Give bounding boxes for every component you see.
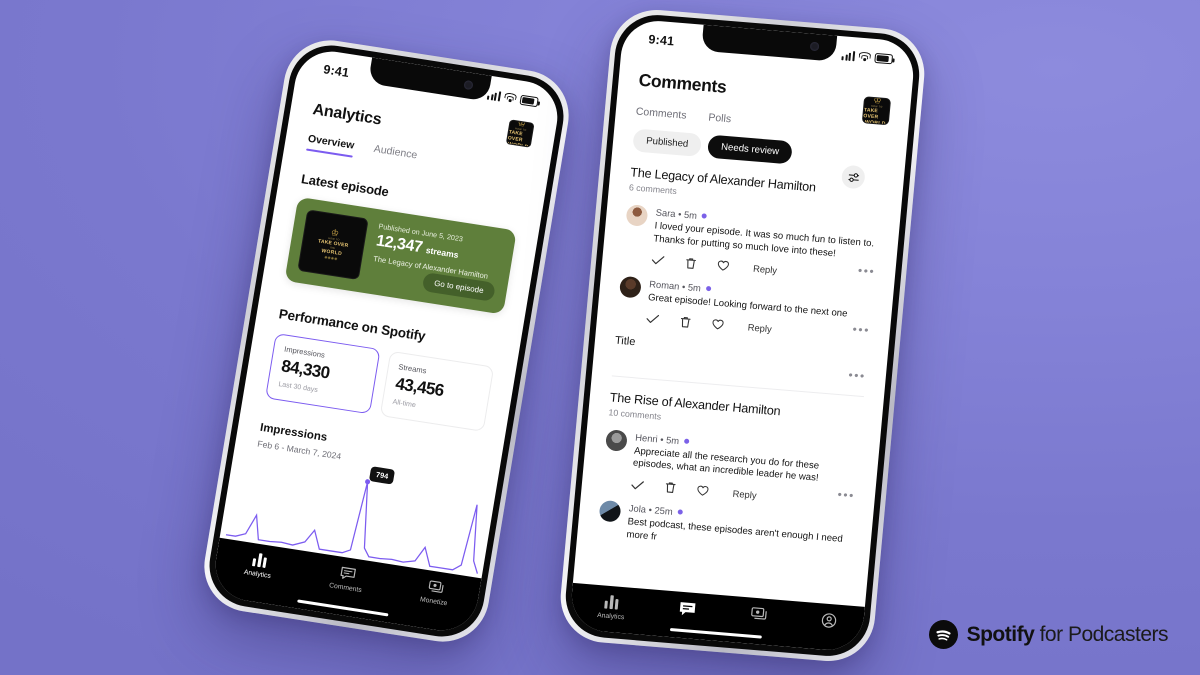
delete-trash-icon[interactable] [664, 481, 676, 494]
chip-needs-review[interactable]: Needs review [707, 134, 794, 165]
comments-app: Comments ♔ HOW TO TAKE OVER WORLD Commen… [568, 18, 917, 653]
analytics-app: Analytics ♔ HOW TO TAKE OVER WORLD Overv… [210, 46, 563, 636]
like-heart-icon[interactable] [717, 260, 730, 272]
spotify-waves-icon [936, 630, 951, 641]
comment-author: Roman • 5m [648, 277, 702, 294]
status-icons [841, 50, 894, 65]
phone-bezel: 9:41 Analytics ♔ HOW TO TAKE OVER WORLD [203, 39, 570, 643]
comment-item: Roman • 5m Great episode! Looking forwar… [617, 275, 873, 343]
nav-item-profile[interactable] [820, 612, 837, 632]
episode-streams-label: streams [425, 245, 460, 260]
unread-dot-icon [677, 509, 683, 515]
reply-button[interactable]: Reply [753, 263, 778, 276]
unread-dot-icon [705, 285, 712, 291]
chip-published[interactable]: Published [632, 128, 703, 157]
home-indicator [296, 598, 389, 617]
like-heart-icon[interactable] [696, 485, 709, 497]
comment-overflow-button[interactable]: ••• [852, 322, 871, 337]
comment-item: Henri • 5m Appreciate all the research y… [602, 428, 860, 509]
brand-lockup: Spotify for Podcasters [928, 620, 1169, 649]
nav-label: Analytics [243, 568, 272, 580]
tab-polls[interactable]: Polls [708, 112, 732, 126]
comment-overflow-button[interactable]: ••• [857, 263, 876, 278]
episode-cover-art: ♔ HOW TO TAKE OVER THE WORLD ✺✺✺✺ [297, 209, 369, 281]
bottom-nav: Analytics [568, 582, 865, 653]
brand-name-rest: for Podcasters [1034, 622, 1169, 646]
avatar [605, 428, 628, 452]
approve-check-icon[interactable] [651, 254, 665, 266]
status-icons [486, 90, 539, 108]
stat-card-impressions[interactable]: Impressions 84,330 Last 30 days [265, 332, 381, 415]
wreath-icon: ✺✺✺✺ [323, 254, 338, 262]
money-icon [428, 580, 444, 593]
sliders-icon [848, 172, 859, 182]
comment-overflow-button[interactable]: ••• [837, 488, 856, 503]
nav-item-monetize[interactable]: Monetize [419, 578, 450, 607]
delete-trash-icon[interactable] [679, 315, 691, 328]
title-divider-label: Title [614, 334, 636, 348]
avatar [598, 500, 622, 523]
wifi-icon [858, 51, 872, 63]
battery-icon [874, 53, 894, 65]
avatar [625, 204, 649, 227]
comments-screen: 9:41 Comments ♔ HOW TO TAKE OVER WORLD C… [568, 18, 917, 653]
nav-item-analytics[interactable]: Analytics [597, 594, 626, 621]
page-title: Comments [637, 69, 728, 97]
title-overflow-button[interactable]: ••• [848, 367, 867, 382]
reply-button[interactable]: Reply [747, 321, 772, 334]
delete-trash-icon[interactable] [685, 257, 697, 270]
status-time: 9:41 [647, 32, 675, 49]
podcast-logo-thumb[interactable]: ♔ HOW TO TAKE OVER WORLD [505, 119, 535, 148]
nav-item-monetize[interactable] [750, 607, 769, 626]
phone-analytics: 9:41 Analytics ♔ HOW TO TAKE OVER WORLD [197, 33, 576, 649]
unread-dot-icon [683, 438, 690, 444]
comment-author: Henri • 5m [634, 431, 680, 446]
nav-item-comments[interactable] [678, 601, 697, 622]
comment-author: Jola • 25m [628, 502, 674, 518]
avatar [619, 275, 642, 299]
reply-button[interactable]: Reply [732, 487, 757, 500]
brand-name-bold: Spotify [966, 622, 1035, 646]
episode-group: The Rise of Alexander Hamilton 10 commen… [597, 390, 863, 560]
camera-icon [463, 79, 475, 91]
nav-label: Monetize [419, 596, 448, 608]
spotify-logo-icon [928, 620, 958, 649]
unread-dot-icon [701, 213, 708, 219]
brand-name: Spotify for Podcasters [966, 622, 1169, 647]
comment-item: Sara • 5m I loved your episode. It was s… [622, 204, 880, 284]
phone-bezel: 9:41 Comments ♔ HOW TO TAKE OVER WORLD C… [562, 11, 923, 660]
tab-overview[interactable]: Overview [306, 133, 355, 158]
approve-check-icon[interactable] [631, 479, 645, 491]
nav-item-comments[interactable]: Comments [329, 564, 366, 594]
tab-comments[interactable]: Comments [635, 106, 687, 122]
episode-group: The Legacy of Alexander Hamilton 6 comme… [613, 165, 883, 382]
money-icon [750, 607, 767, 620]
comment-icon [680, 602, 696, 616]
profile-icon [821, 613, 837, 628]
podcast-logo-thumb[interactable]: ♔ HOW TO TAKE OVER WORLD [861, 96, 892, 126]
signal-icon [841, 50, 856, 62]
comment-item: Jola • 25m Best podcast, these episodes … [597, 500, 853, 560]
latest-episode-card[interactable]: ♔ HOW TO TAKE OVER THE WORLD ✺✺✺✺ Publis… [284, 196, 517, 315]
home-indicator [669, 627, 762, 639]
nav-label: Analytics [596, 612, 625, 622]
nav-label: Comments [328, 582, 363, 595]
approve-check-icon[interactable] [646, 313, 660, 325]
status-time: 9:41 [322, 62, 351, 81]
analytics-screen: 9:41 Analytics ♔ HOW TO TAKE OVER WORLD [210, 46, 563, 636]
signal-icon [486, 90, 502, 102]
nav-item-analytics[interactable]: Analytics [243, 551, 274, 580]
title-divider-row: Title ••• [613, 334, 868, 383]
like-heart-icon[interactable] [711, 319, 724, 331]
comment-icon [340, 566, 356, 579]
stat-card-streams[interactable]: Streams 43,456 All-time [379, 350, 495, 432]
tab-audience[interactable]: Audience [372, 143, 418, 167]
camera-icon [809, 41, 820, 52]
phone-comments: 9:41 Comments ♔ HOW TO TAKE OVER WORLD C… [556, 6, 929, 665]
wifi-icon [504, 92, 518, 104]
comment-author: Sara • 5m [655, 206, 698, 221]
battery-icon [519, 94, 539, 108]
bar-chart-icon [251, 553, 267, 568]
bar-chart-icon [604, 595, 619, 610]
